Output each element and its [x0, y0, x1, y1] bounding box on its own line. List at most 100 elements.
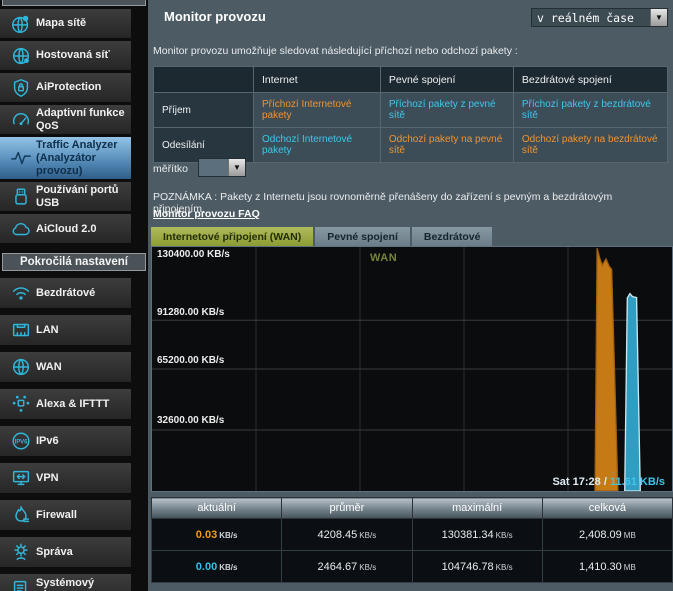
usb-drive-icon: [6, 186, 36, 208]
stats-cell: 4208.45KB/s: [282, 519, 412, 551]
sidebar-item-label: Systémový záznam: [36, 577, 127, 591]
chevron-down-icon[interactable]: ▼: [228, 159, 245, 176]
sidebar-item-adaptivn-funkce-qos[interactable]: Adaptivní funkce QoS: [0, 105, 131, 134]
system-log-icon: [6, 578, 36, 591]
sidebar-item-aiprotection[interactable]: AiProtection: [0, 73, 131, 102]
traffic-chart: 130400.00 KB/s91280.00 KB/s65200.00 KB/s…: [151, 246, 673, 492]
tab-pevn-spojen[interactable]: Pevné spojení: [315, 227, 410, 246]
sidebar-item-label: Používání portů USB: [36, 184, 127, 209]
stats-value: 2464.67: [318, 561, 358, 573]
sidebar-item-label: Hostovaná síť: [36, 49, 110, 62]
chart-tabs: Internetové připojení (WAN)Pevné spojení…: [151, 227, 492, 246]
sidebar-item-label: Adaptivní funkce QoS: [36, 107, 127, 132]
stats-value: 130381.34: [442, 529, 494, 541]
chart-current-time: Sat 17:28 /: [552, 476, 606, 488]
sidebar-section-header: Pokročilá nastavení: [2, 253, 146, 271]
sidebar-item-label: Bezdrátové: [36, 287, 95, 300]
tab-internetov-p-ipojen-wan[interactable]: Internetové připojení (WAN): [151, 227, 313, 246]
sidebar-item-lan[interactable]: LAN: [0, 315, 131, 345]
sidebar-item-syst-mov-z-znam[interactable]: Systémový záznam: [0, 574, 131, 591]
stats-value: 0.00: [196, 561, 217, 573]
sidebar-item-hostovan-s[interactable]: Hostovaná síť: [0, 41, 131, 70]
packet-cell: Příchozí Internetové pakety: [254, 93, 381, 128]
stats-unit: KB/s: [496, 563, 513, 572]
sidebar-item-label: Správa: [36, 546, 73, 559]
y-axis-tick-label: 91280.00 KB/s: [157, 307, 224, 318]
lan-port-icon: [6, 319, 36, 341]
stats-value: 1,410.30: [579, 561, 622, 573]
packet-table-row: PříjemPříchozí Internetové paketyPříchoz…: [154, 93, 668, 128]
stats-row-download: 0.03KB/s4208.45KB/s130381.34KB/s2,408.09…: [152, 519, 673, 551]
stats-unit: KB/s: [219, 563, 237, 572]
stats-cell: 0.03KB/s: [152, 519, 282, 551]
packet-table-header: Internet: [254, 67, 381, 93]
sidebar-item-label: WAN: [36, 361, 62, 374]
sidebar-item-label: IPv6: [36, 435, 59, 448]
svg-text:IPV6: IPV6: [15, 440, 29, 446]
sidebar-item-traffic-analyzer-analyz-tor-provozu[interactable]: Traffic Analyzer (Analyzátor provozu): [0, 137, 131, 179]
stats-header-maxim-ln-: maximální: [412, 498, 542, 519]
ipv6-badge-icon: IPV6: [6, 430, 36, 452]
sidebar-item-firewall[interactable]: Firewall: [0, 500, 131, 530]
sidebar-item-bezdr-tov[interactable]: Bezdrátové: [0, 278, 131, 308]
scale-label: měřítko: [153, 163, 188, 175]
chevron-down-icon[interactable]: ▼: [650, 9, 667, 26]
chart-current-readout: Sat 17:28 / 11.61 KB/s: [552, 476, 665, 488]
stats-cell: 2,408.09MB: [542, 519, 672, 551]
stats-unit: KB/s: [496, 531, 513, 540]
stats-cell: 130381.34KB/s: [412, 519, 542, 551]
intro-text: Monitor provozu umožňuje sledovat násled…: [153, 45, 518, 57]
tab-bezdr-tov[interactable]: Bezdrátové: [412, 227, 493, 246]
sidebar-item-aicloud-2-0[interactable]: AiCloud 2.0: [0, 214, 131, 243]
nodes-network-icon: [6, 393, 36, 415]
sidebar: ObecnéMapa sítěHostovaná síťAiProtection…: [0, 0, 148, 591]
sidebar-item-spr-va[interactable]: Správa: [0, 537, 131, 567]
sidebar-item-vpn[interactable]: VPN: [0, 463, 131, 493]
chart-series-title: WAN: [370, 252, 397, 264]
vpn-monitor-icon: [6, 467, 36, 489]
stats-cell: 104746.78KB/s: [412, 551, 542, 583]
stats-row-upload: 0.00KB/s2464.67KB/s104746.78KB/s1,410.30…: [152, 551, 673, 583]
sidebar-item-pou-v-n-port-usb[interactable]: Používání portů USB: [0, 182, 131, 211]
sidebar-item-label: AiCloud 2.0: [36, 223, 97, 236]
network-map-icon: [6, 13, 36, 35]
sidebar-item-alexa-ifttt[interactable]: Alexa & IFTTT: [0, 389, 131, 419]
page-title: Monitor provozu: [164, 9, 266, 24]
packet-direction-table: InternetPevné spojeníBezdrátové spojení …: [153, 66, 668, 163]
time-mode-select[interactable]: v reálném čase ▼: [531, 8, 668, 27]
sidebar-item-label: VPN: [36, 472, 59, 485]
packet-table-header: Bezdrátové spojení: [513, 67, 667, 93]
faq-link[interactable]: Monitor provozu FAQ: [153, 208, 260, 220]
firewall-flame-icon: [6, 504, 36, 526]
packet-cell: Příchozí pakety z pevné sítě: [380, 93, 513, 128]
stats-value: 4208.45: [318, 529, 358, 541]
sidebar-item-label: Firewall: [36, 509, 77, 522]
stats-value: 104746.78: [442, 561, 494, 573]
stats-unit: MB: [624, 531, 636, 540]
packet-row-label: Příjem: [154, 93, 254, 128]
stats-unit: KB/s: [359, 563, 376, 572]
y-axis-tick-label: 130400.00 KB/s: [157, 249, 230, 260]
sidebar-item-label: Alexa & IFTTT: [36, 398, 109, 411]
stats-cell: 2464.67KB/s: [282, 551, 412, 583]
sidebar-item-ipv6[interactable]: IPV6 IPv6: [0, 426, 131, 456]
sidebar-item-label: LAN: [36, 324, 59, 337]
packet-cell: Odchozí pakety na bezdrátové sítě: [513, 128, 667, 163]
sidebar-item-wan[interactable]: WAN: [0, 352, 131, 382]
stats-unit: KB/s: [359, 531, 376, 540]
stats-unit: KB/s: [219, 531, 237, 540]
sidebar-item-label: Mapa sítě: [36, 17, 86, 30]
traffic-waveform-icon: [6, 147, 36, 169]
stats-header-aktu-ln-: aktuální: [152, 498, 282, 519]
sidebar-item-mapa-s-t[interactable]: Mapa sítě: [0, 9, 131, 38]
packet-cell: Odchozí pakety na pevné sítě: [380, 128, 513, 163]
stats-table: aktuálníprůměrmaximálnícelková 0.03KB/s4…: [151, 497, 673, 583]
chart-plot: [152, 247, 672, 491]
main-content: Monitor provozu v reálném čase ▼ Monitor…: [148, 0, 673, 591]
scale-select[interactable]: ▼: [198, 158, 246, 177]
stats-value: 0.03: [196, 529, 217, 541]
packet-cell: Příchozí pakety z bezdrátové sítě: [513, 93, 667, 128]
stats-value: 2,408.09: [579, 529, 622, 541]
guest-network-icon: [6, 45, 36, 67]
y-axis-tick-label: 32600.00 KB/s: [157, 415, 224, 426]
